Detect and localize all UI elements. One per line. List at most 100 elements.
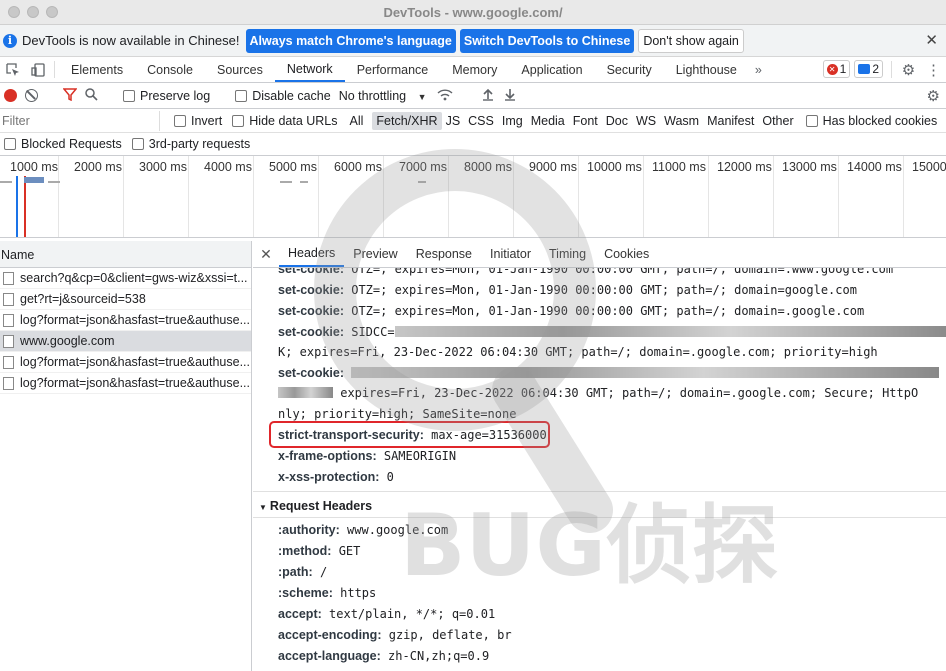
record-icon[interactable] (4, 89, 17, 102)
list-item[interactable]: get?rt=j&sourceid=538 (0, 289, 251, 310)
device-toolbar-icon[interactable] (25, 57, 50, 82)
network-conditions-icon[interactable] (437, 88, 453, 104)
type-filter-css[interactable]: CSS (464, 114, 498, 128)
settings-gear-icon[interactable]: ⚙ (896, 57, 921, 82)
invert-checkbox[interactable]: Invert (174, 114, 222, 128)
type-filter-font[interactable]: Font (569, 114, 602, 128)
tab-security[interactable]: Security (595, 57, 664, 82)
type-filter-img[interactable]: Img (498, 114, 527, 128)
filter-input[interactable] (0, 110, 160, 131)
tab-initiator[interactable]: Initiator (481, 241, 540, 267)
timeline-gridline (903, 156, 904, 237)
header-value: SAMEORIGIN (383, 449, 457, 463)
file-icon (3, 292, 14, 306)
blocked-requests-checkbox[interactable]: Blocked Requests (4, 137, 122, 151)
tab-console[interactable]: Console (135, 57, 205, 82)
import-har-icon[interactable] (482, 88, 494, 104)
checkbox[interactable] (235, 89, 248, 102)
header-key: set-cookie: (278, 304, 344, 318)
close-icon[interactable]: ✕ (253, 241, 279, 267)
name-column-header[interactable]: Name (0, 241, 251, 268)
tab-cookies[interactable]: Cookies (595, 241, 658, 267)
network-settings-gear-icon[interactable]: ⚙ (927, 87, 940, 105)
checkbox[interactable] (174, 114, 186, 127)
tab-sources[interactable]: Sources (205, 57, 275, 82)
tab-response[interactable]: Response (407, 241, 481, 267)
list-item[interactable]: log?format=json&hasfast=true&authuse... (0, 373, 251, 394)
window-titlebar: DevTools - www.google.com/ (0, 0, 946, 25)
export-har-icon[interactable] (504, 88, 516, 104)
preserve-log-checkbox[interactable]: Preserve log (123, 89, 210, 103)
checkbox[interactable] (805, 114, 818, 127)
list-item[interactable]: log?format=json&hasfast=true&authuse... (0, 352, 251, 373)
type-filter-doc[interactable]: Doc (602, 114, 632, 128)
request-details: ✕ Headers Preview Response Initiator Tim… (253, 241, 946, 671)
file-icon (3, 271, 14, 285)
header-row: x-xss-protection: 0 (278, 470, 394, 484)
has-blocked-cookies-checkbox[interactable]: Has blocked cookies (805, 113, 938, 128)
request-name: log?format=json&hasfast=true&authuse... (20, 355, 251, 369)
type-filter-all[interactable]: All (346, 114, 368, 128)
third-party-checkbox[interactable]: 3rd-party requests (131, 137, 250, 151)
filter-icon[interactable] (62, 87, 78, 104)
more-options-icon[interactable]: ⋮ (921, 57, 946, 82)
message-count-badge[interactable]: 2 (854, 60, 883, 78)
hide-data-urls-checkbox[interactable]: Hide data URLs (232, 113, 338, 128)
blocked-requests-label: Blocked Requests (21, 137, 122, 151)
tab-application[interactable]: Application (509, 57, 594, 82)
inspect-element-icon[interactable] (0, 57, 25, 82)
switch-language-button[interactable]: Switch DevTools to Chinese (459, 28, 635, 53)
timeline-gridline (838, 156, 839, 237)
match-language-button[interactable]: Always match Chrome's language (245, 28, 456, 53)
header-key: accept: (278, 607, 322, 621)
tab-lighthouse[interactable]: Lighthouse (664, 57, 749, 82)
type-filter-wasm[interactable]: Wasm (660, 114, 703, 128)
tab-elements[interactable]: Elements (59, 57, 135, 82)
timeline-gridline (513, 156, 514, 237)
tab-preview[interactable]: Preview (344, 241, 406, 267)
error-count-badge[interactable]: ✕ 1 (822, 60, 851, 78)
type-filter-manifest[interactable]: Manifest (703, 114, 758, 128)
header-row: set-cookie: (278, 366, 940, 380)
type-filter-other[interactable]: Other (758, 114, 797, 128)
tab-headers[interactable]: Headers (279, 241, 345, 267)
checkbox[interactable] (4, 138, 16, 150)
list-item[interactable]: search?q&cp=0&client=gws-wiz&xssi=t... (0, 268, 251, 289)
type-filter-ws[interactable]: WS (632, 114, 660, 128)
headers-panel: set-cookie: OTZ=; expires=Mon, 01-Jan-19… (253, 268, 946, 671)
redacted-value (394, 326, 946, 337)
timeline-tick-label: 4000 ms (204, 160, 252, 174)
close-icon[interactable]: ✕ (925, 31, 938, 49)
tab-memory[interactable]: Memory (440, 57, 509, 82)
disable-cache-checkbox[interactable]: Disable cache (235, 89, 331, 103)
request-headers-section-toggle[interactable]: ▼ Request Headers (259, 499, 372, 513)
request-name: www.google.com (20, 334, 115, 348)
header-row-continuation: nly; priority=high; SameSite=none (278, 407, 516, 421)
clear-icon[interactable] (25, 89, 38, 102)
more-tabs-button[interactable]: » (749, 57, 768, 82)
checkbox[interactable] (131, 138, 144, 150)
header-value: SIDCC= (351, 325, 395, 339)
tab-performance[interactable]: Performance (345, 57, 441, 82)
list-item[interactable]: log?format=json&hasfast=true&authuse... (0, 310, 251, 331)
timeline-overview[interactable]: 1000 ms 2000 ms 3000 ms 4000 ms 5000 ms … (0, 156, 946, 238)
checkbox[interactable] (232, 114, 245, 127)
throttling-select[interactable]: No throttling ▼ (339, 89, 427, 103)
tab-network[interactable]: Network (274, 57, 345, 82)
type-filter-fetch-xhr[interactable]: Fetch/XHR (372, 111, 442, 130)
divider (54, 61, 55, 78)
search-icon[interactable] (85, 87, 98, 104)
hide-data-urls-label: Hide data URLs (249, 113, 338, 128)
has-blocked-cookies-label: Has blocked cookies (822, 113, 938, 128)
dont-show-again-button[interactable]: Don't show again (638, 28, 744, 53)
type-filter-media[interactable]: Media (527, 114, 569, 128)
tab-timing[interactable]: Timing (540, 241, 595, 267)
type-filter-js[interactable]: JS (442, 114, 465, 128)
timeline-gridline (58, 156, 59, 237)
checkbox[interactable] (123, 89, 135, 102)
request-bar (48, 181, 60, 183)
header-key: :scheme: (278, 586, 333, 600)
timeline-tick-label: 7000 ms (399, 160, 447, 174)
timeline-tick-label: 14000 ms (847, 160, 902, 174)
list-item-selected[interactable]: www.google.com (0, 331, 251, 352)
